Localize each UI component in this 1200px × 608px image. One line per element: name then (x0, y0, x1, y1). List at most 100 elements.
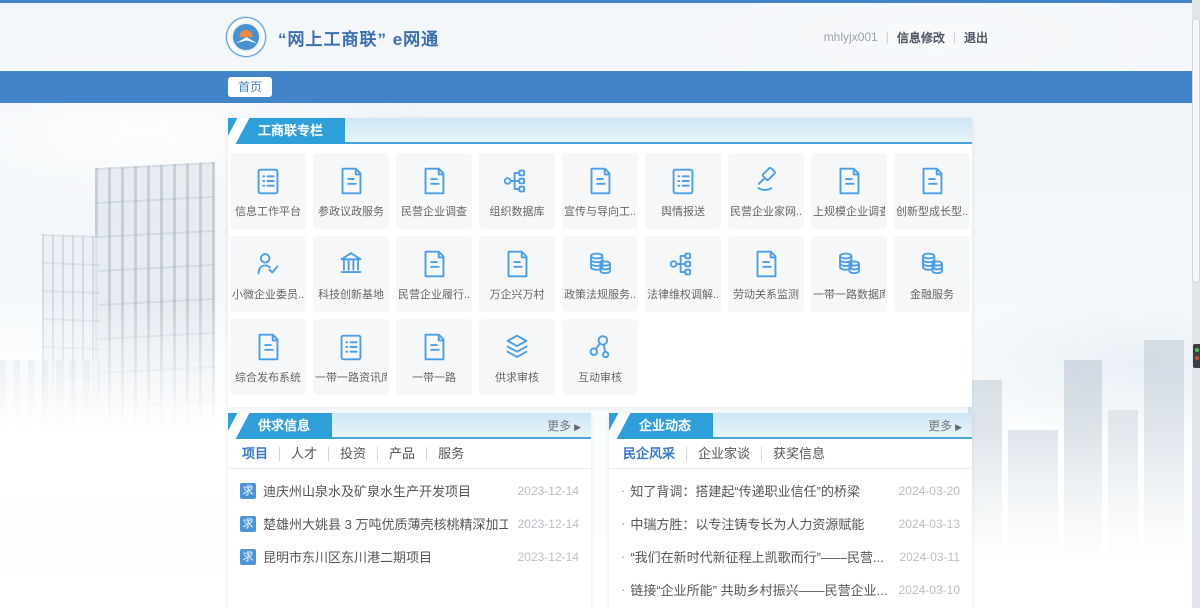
item-date: 2024-03-20 (899, 484, 960, 498)
subtab[interactable]: 产品 (377, 447, 426, 461)
more-link[interactable]: 更多▶ (547, 413, 581, 439)
site-title: “网上工商联” e网通 (278, 25, 439, 50)
person-check-icon (251, 247, 285, 281)
subtab[interactable]: 民企风采 (621, 447, 686, 461)
app-card[interactable]: 劳动关系监测 (728, 236, 804, 312)
app-card[interactable]: 金融服务 (894, 236, 970, 312)
subtab[interactable]: 服务 (426, 447, 475, 461)
doc-icon (583, 164, 617, 198)
modify-info-link[interactable]: 信息修改 (897, 29, 945, 46)
doc-icon (334, 164, 368, 198)
app-card[interactable]: 上规模企业调查 (811, 153, 887, 229)
app-card[interactable]: 一带一路资讯库 (313, 319, 389, 395)
item-title: 楚雄州大姚县 3 万吨优质薄壳核桃精深加工及科... (263, 514, 508, 533)
news-item[interactable]: · 中瑞方胜：以专注铸专长为人力资源赋能 2024-03-13 (621, 507, 960, 540)
supply-item[interactable]: 求 昆明市东川区东川港二期项目 2023-12-14 (240, 540, 579, 573)
news-list: · 知了背调：搭建起“传递职业信任”的桥梁 2024-03-20 · 中瑞方胜：… (609, 469, 972, 608)
layers-icon (500, 330, 534, 364)
item-date: 2024-03-13 (899, 517, 960, 531)
doc-list-icon (251, 164, 285, 198)
app-card[interactable]: 供求审核 (479, 319, 555, 395)
app-card[interactable]: 舆情报送 (645, 153, 721, 229)
panel-enterprise-news: 企业动态 更多▶ 民企风采企业家谈获奖信息 · 知了背调：搭建起“传递职业信任”… (609, 413, 972, 608)
app-card-label: 科技创新基地 (318, 286, 384, 302)
app-card[interactable]: 互动审核 (562, 319, 638, 395)
app-card-label: 创新型成长型... (896, 203, 968, 219)
news-item[interactable]: · 链接“企业所能” 共助乡村振兴——民营企业... 2024-03-10 (621, 573, 960, 606)
app-icon-grid: 信息工作平台 参政议政服务 民营企业调查 组织数据库 宣传与导向工... 舆情报… (228, 144, 972, 407)
item-date: 2024-03-11 (900, 550, 961, 564)
app-card[interactable]: 民营企业调查 (396, 153, 472, 229)
item-date: 2023-12-14 (518, 517, 579, 531)
news-item[interactable]: · “我们在新时代新征程上凯歌而行”——民营... 2024-03-11 (621, 540, 960, 573)
scrollbar-track[interactable] (1192, 0, 1200, 608)
panel-header: 供求信息 更多▶ (228, 413, 591, 439)
app-card-label: 上规模企业调查 (813, 203, 885, 219)
app-card[interactable]: 政策法规服务... (562, 236, 638, 312)
news-subtabs: 民企风采企业家谈获奖信息 (609, 439, 972, 469)
more-arrow-icon: ▶ (574, 422, 581, 432)
demand-badge: 求 (240, 483, 256, 499)
app-card[interactable]: 科技创新基地 (313, 236, 389, 312)
doc-icon (749, 247, 783, 281)
panel-header: 企业动态 更多▶ (609, 413, 972, 439)
app-card[interactable]: 宣传与导向工... (562, 153, 638, 229)
app-card[interactable]: 信息工作平台 (230, 153, 306, 229)
logout-link[interactable]: 退出 (964, 29, 988, 46)
panel-title-tab: 工商联专栏 (228, 118, 345, 144)
scrollbar-thumb[interactable] (1192, 18, 1200, 283)
item-title: 迪庆州山泉水及矿泉水生产开发项目 (263, 481, 508, 500)
screen-recorder-indicator (1193, 344, 1200, 368)
subtab[interactable]: 项目 (240, 447, 279, 461)
org-chart-icon (666, 247, 700, 281)
app-card[interactable]: 创新型成长型... (894, 153, 970, 229)
main-navbar: 首页 (0, 71, 1200, 103)
supply-list: 求 迪庆州山泉水及矿泉水生产开发项目 2023-12-14 求 楚雄州大姚县 3… (228, 469, 591, 573)
supply-subtabs: 项目人才投资产品服务 (228, 439, 591, 469)
app-card[interactable]: 一带一路数据库 (811, 236, 887, 312)
subtab[interactable]: 企业家谈 (686, 447, 761, 461)
doc-icon (417, 164, 451, 198)
app-card-label: 政策法规服务... (564, 286, 636, 302)
app-card-label: 一带一路 (412, 369, 456, 385)
subtab[interactable]: 获奖信息 (761, 447, 836, 461)
bullet-icon: · (621, 582, 625, 597)
separator: | (953, 30, 956, 44)
more-link[interactable]: 更多▶ (928, 413, 962, 439)
federation-emblem-logo (226, 17, 266, 57)
panel-header: 工商联专栏 (228, 118, 972, 144)
panel-title-tab: 供求信息 (228, 413, 332, 439)
bird-wing-icon (236, 37, 257, 46)
doc-icon (251, 330, 285, 364)
subtab[interactable]: 投资 (328, 447, 377, 461)
app-card[interactable]: 法律维权调解... (645, 236, 721, 312)
app-card-label: 参政议政服务 (318, 203, 384, 219)
supply-item[interactable]: 求 迪庆州山泉水及矿泉水生产开发项目 2023-12-14 (240, 474, 579, 507)
app-card[interactable]: 小微企业委员... (230, 236, 306, 312)
app-card[interactable]: 参政议政服务 (313, 153, 389, 229)
doc-icon (832, 164, 866, 198)
app-card[interactable]: 综合发布系统 (230, 319, 306, 395)
supply-item[interactable]: 求 楚雄州大姚县 3 万吨优质薄壳核桃精深加工及科... 2023-12-14 (240, 507, 579, 540)
app-card-label: 民营企业履行... (398, 286, 470, 302)
app-card[interactable]: 民营企业家网... (728, 153, 804, 229)
app-card-label: 劳动关系监测 (733, 286, 799, 302)
share-icon (583, 330, 617, 364)
item-title: 昆明市东川区东川港二期项目 (263, 547, 508, 566)
doc-icon (417, 247, 451, 281)
app-card-label: 舆情报送 (661, 203, 705, 219)
subtab[interactable]: 人才 (279, 447, 328, 461)
gavel-icon (749, 164, 783, 198)
app-card-label: 综合发布系统 (235, 369, 301, 385)
doc-icon (417, 330, 451, 364)
item-title: 知了背调：搭建起“传递职业信任”的桥梁 (630, 481, 888, 500)
nav-tab-home[interactable]: 首页 (228, 77, 272, 97)
app-card[interactable]: 民营企业履行... (396, 236, 472, 312)
app-card[interactable]: 组织数据库 (479, 153, 555, 229)
news-item[interactable]: · 知了背调：搭建起“传递职业信任”的桥梁 2024-03-20 (621, 474, 960, 507)
app-card[interactable]: 一带一路 (396, 319, 472, 395)
item-title: “我们在新时代新征程上凯歌而行”——民营... (630, 547, 889, 566)
bullet-icon: · (621, 516, 625, 531)
app-card[interactable]: 万企兴万村 (479, 236, 555, 312)
app-card-label: 民营企业调查 (401, 203, 467, 219)
